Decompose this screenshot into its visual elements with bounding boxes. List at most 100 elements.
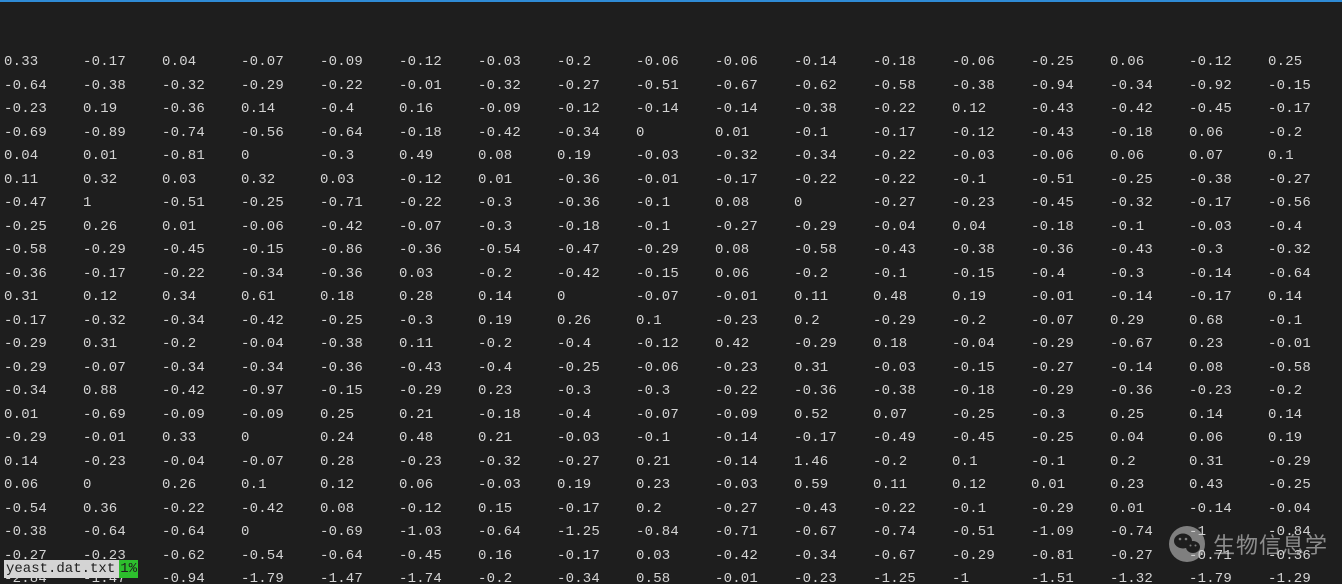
data-cell: -0.01 xyxy=(1268,333,1342,357)
data-cell: -1 xyxy=(952,568,1031,584)
data-cell: -0.27 xyxy=(715,498,794,522)
data-cell: -0.06 xyxy=(241,216,320,240)
data-cell: 0.14 xyxy=(1268,404,1342,428)
data-cell: -0.38 xyxy=(794,98,873,122)
data-cell: -0.45 xyxy=(162,239,241,263)
data-cell: -0.62 xyxy=(794,75,873,99)
data-cell: 0.11 xyxy=(794,286,873,310)
data-cell: 0.14 xyxy=(241,98,320,122)
data-cell: -0.34 xyxy=(162,357,241,381)
data-cell: -1.25 xyxy=(557,521,636,545)
data-cell: -1.74 xyxy=(399,568,478,584)
data-cell: -0.01 xyxy=(1031,286,1110,310)
data-cell: -1 xyxy=(1189,521,1268,545)
data-cell: -1.32 xyxy=(1110,568,1189,584)
data-cell: -0.1 xyxy=(952,169,1031,193)
data-cell: -0.07 xyxy=(1031,310,1110,334)
data-cell: 1 xyxy=(83,192,162,216)
data-cell: -0.17 xyxy=(557,498,636,522)
data-cell: 0.26 xyxy=(83,216,162,240)
data-cell: 0.25 xyxy=(1268,51,1342,75)
data-cell: 0.14 xyxy=(1189,404,1268,428)
data-cell: -0.17 xyxy=(1268,98,1342,122)
data-cell: -0.38 xyxy=(320,333,399,357)
data-cell: 0.23 xyxy=(636,474,715,498)
data-cell: -0.34 xyxy=(794,145,873,169)
data-cell: 0.19 xyxy=(478,310,557,334)
data-cell: 0 xyxy=(557,286,636,310)
data-cell: -0.69 xyxy=(320,521,399,545)
table-row: -2.84-1.47-0.94-1.79-1.47-1.74-0.2-0.340… xyxy=(4,568,1342,584)
data-cell: -0.1 xyxy=(952,498,1031,522)
data-cell: -0.58 xyxy=(1268,357,1342,381)
data-cell: -0.12 xyxy=(557,98,636,122)
data-cell: -0.36 xyxy=(1031,239,1110,263)
data-cell: -0.38 xyxy=(952,239,1031,263)
data-cell: 0.1 xyxy=(636,310,715,334)
data-cell: 0.19 xyxy=(557,474,636,498)
file-viewer-content[interactable]: 0.33-0.170.04-0.07-0.09-0.12-0.03-0.2-0.… xyxy=(0,2,1342,584)
data-cell: -0.43 xyxy=(794,498,873,522)
data-cell: -0.14 xyxy=(1189,498,1268,522)
data-cell: 0 xyxy=(241,145,320,169)
data-cell: -0.29 xyxy=(399,380,478,404)
table-row: 0.110.320.030.320.03-0.120.01-0.36-0.01-… xyxy=(4,169,1342,193)
data-cell: -0.56 xyxy=(241,122,320,146)
data-cell: 0.07 xyxy=(873,404,952,428)
data-cell: -0.27 xyxy=(1110,545,1189,569)
data-cell: -0.69 xyxy=(83,404,162,428)
data-cell: -0.45 xyxy=(1031,192,1110,216)
data-cell: -0.36 xyxy=(4,263,83,287)
data-cell: 0.06 xyxy=(1110,51,1189,75)
data-cell: -0.69 xyxy=(4,122,83,146)
data-cell: -0.27 xyxy=(1268,169,1342,193)
data-cell: -0.67 xyxy=(794,521,873,545)
data-cell: -0.03 xyxy=(715,474,794,498)
data-cell: -0.29 xyxy=(4,333,83,357)
data-cell: -0.12 xyxy=(952,122,1031,146)
data-cell: 0.2 xyxy=(636,498,715,522)
data-cell: -0.43 xyxy=(1031,98,1110,122)
data-cell: -0.22 xyxy=(162,498,241,522)
data-cell: -0.18 xyxy=(557,216,636,240)
data-cell: -1.79 xyxy=(1189,568,1268,584)
data-cell: 0.06 xyxy=(1189,122,1268,146)
data-cell: -0.42 xyxy=(320,216,399,240)
data-cell: -0.34 xyxy=(4,380,83,404)
data-cell: 0.58 xyxy=(636,568,715,584)
data-cell: 0.14 xyxy=(4,451,83,475)
data-cell: -0.17 xyxy=(557,545,636,569)
data-cell: 0.08 xyxy=(1189,357,1268,381)
table-row: -0.27-0.23-0.62-0.54-0.64-0.450.16-0.170… xyxy=(4,545,1342,569)
data-cell: -0.94 xyxy=(162,568,241,584)
data-cell: -0.84 xyxy=(1268,521,1342,545)
data-cell: -0.17 xyxy=(83,263,162,287)
data-cell: -0.29 xyxy=(4,427,83,451)
table-row: -0.471-0.51-0.25-0.71-0.22-0.3-0.36-0.10… xyxy=(4,192,1342,216)
data-cell: 0.31 xyxy=(794,357,873,381)
table-row: -0.69-0.89-0.74-0.56-0.64-0.18-0.42-0.34… xyxy=(4,122,1342,146)
data-cell: -0.22 xyxy=(399,192,478,216)
data-cell: -0.1 xyxy=(1031,451,1110,475)
data-cell: -1.29 xyxy=(1268,568,1342,584)
data-cell: 0.01 xyxy=(162,216,241,240)
data-cell: -0.42 xyxy=(557,263,636,287)
data-cell: -0.43 xyxy=(1110,239,1189,263)
data-cell: -0.89 xyxy=(83,122,162,146)
data-cell: -0.18 xyxy=(1031,216,1110,240)
data-cell: 0.36 xyxy=(83,498,162,522)
data-cell: -0.38 xyxy=(952,75,1031,99)
data-cell: 0 xyxy=(241,427,320,451)
data-cell: -0.1 xyxy=(794,122,873,146)
table-row: -0.64-0.38-0.32-0.29-0.22-0.01-0.32-0.27… xyxy=(4,75,1342,99)
status-bar: yeast.dat.txt1% xyxy=(4,560,138,578)
data-cell: -0.1 xyxy=(636,216,715,240)
data-cell: -0.06 xyxy=(636,357,715,381)
table-row: 0.040.01-0.810-0.30.490.080.19-0.03-0.32… xyxy=(4,145,1342,169)
table-row: 0.01-0.69-0.09-0.090.250.21-0.18-0.4-0.0… xyxy=(4,404,1342,428)
data-cell: -0.2 xyxy=(478,333,557,357)
data-cell: 0.11 xyxy=(399,333,478,357)
data-cell: -0.07 xyxy=(241,451,320,475)
data-cell: -0.38 xyxy=(1189,169,1268,193)
data-cell: -0.58 xyxy=(4,239,83,263)
